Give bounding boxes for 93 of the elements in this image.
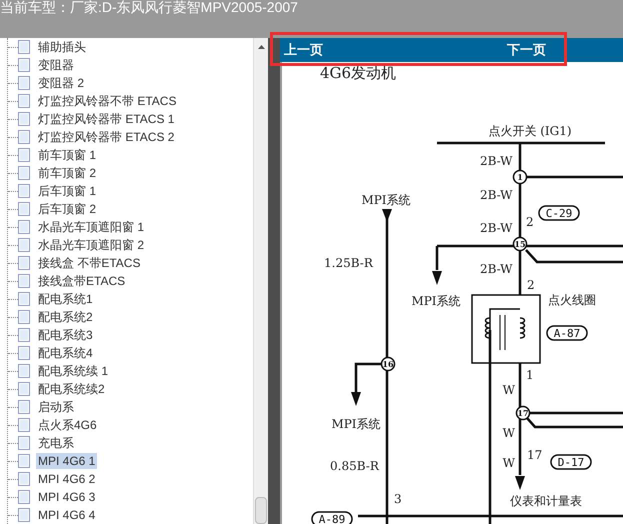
- arrow-icon: [382, 209, 392, 222]
- diagram-label: 2: [526, 215, 534, 229]
- diagram-label: W: [502, 456, 515, 470]
- junction-node: 16: [380, 356, 396, 372]
- tree-item[interactable]: 变阻器 2: [36, 75, 86, 91]
- tree-item[interactable]: 接线盒 不带ETACS: [36, 255, 142, 271]
- page-icon: [18, 166, 30, 180]
- diagram-label: 2B-W: [480, 262, 512, 276]
- next-page-link[interactable]: 下一页: [507, 41, 546, 59]
- page-icon: [18, 256, 30, 270]
- diagram-label: 2: [527, 278, 535, 292]
- diagram-label: 点火线圈: [548, 293, 596, 307]
- tree-item[interactable]: 辅助插头: [36, 39, 88, 55]
- diagram-label: 1.25B-R: [324, 256, 373, 270]
- tree-item[interactable]: 水晶光车顶遮阳窗 2: [36, 237, 146, 253]
- diagram-label: W: [502, 426, 515, 440]
- diagram-label: 仪表和计量表: [510, 494, 582, 508]
- page-icon: [18, 364, 30, 378]
- diagram-label: 0.85B-R: [330, 459, 379, 473]
- scroll-thumb[interactable]: [255, 497, 267, 524]
- page-icon: [18, 274, 30, 288]
- page-icon: [18, 292, 30, 306]
- tree-item[interactable]: 配电系统2: [36, 309, 95, 325]
- tree-item[interactable]: 配电系统续2: [36, 381, 107, 397]
- tree-item[interactable]: 灯监控风铃器带 ETACS 1: [36, 111, 176, 127]
- junction-node: 1: [512, 170, 528, 184]
- page-icon: [18, 472, 30, 486]
- page-icon: [18, 184, 30, 198]
- tree-item[interactable]: 接线盒带ETACS: [36, 273, 128, 289]
- diagram-label: MPI系统: [331, 417, 381, 431]
- window-title: 当前车型：厂家:D-东风风行菱智MPV2005-2007: [0, 0, 298, 16]
- page-icon: [18, 76, 30, 90]
- diagram-label: W: [502, 383, 515, 397]
- page-icon: [18, 418, 30, 432]
- junction-node: 15: [512, 236, 528, 252]
- scroll-up-icon[interactable]: [258, 45, 265, 49]
- diagram-label: 2B-W: [480, 188, 512, 202]
- connector-tag: A-89: [311, 511, 353, 524]
- page-icon: [18, 112, 30, 126]
- junction-node: 17: [516, 406, 530, 420]
- page-icon: [18, 220, 30, 234]
- tree-item[interactable]: 前车顶窗 2: [36, 165, 98, 181]
- tree-item[interactable]: 灯监控风铃器不带 ETACS: [36, 93, 178, 109]
- page-icon: [18, 454, 30, 468]
- tree-item[interactable]: 后车顶窗 1: [36, 183, 98, 199]
- tree-item[interactable]: MPI 4G6 2: [36, 471, 98, 487]
- page-icon: [18, 490, 30, 504]
- diagram-label: 1: [526, 368, 534, 382]
- page-icon: [18, 310, 30, 324]
- page-icon: [18, 238, 30, 252]
- arrow-icon: [515, 476, 525, 490]
- diagram-label: 3: [394, 492, 402, 506]
- diagram-title: 4G6发动机: [320, 64, 396, 82]
- diagram-label: 点火开关 (IG1): [488, 124, 572, 138]
- wire: [354, 362, 382, 392]
- tree-item[interactable]: 点火系4G6: [36, 417, 99, 433]
- connector-tag: C-29: [538, 205, 580, 221]
- page-icon: [18, 94, 30, 108]
- page-icon: [18, 130, 30, 144]
- arrow-icon: [432, 271, 442, 285]
- tree-item[interactable]: 后车顶窗 2: [36, 201, 98, 217]
- page-icon: [18, 346, 30, 360]
- page-icon: [18, 202, 30, 216]
- page-icon: [18, 382, 30, 396]
- tree-item[interactable]: 启动系: [36, 399, 76, 415]
- diagram-label: 2B-W: [480, 154, 512, 168]
- page-icon: [18, 328, 30, 342]
- connector-tag: A-87: [546, 325, 588, 341]
- arrow-icon: [351, 392, 361, 406]
- tree-item[interactable]: 配电系统4: [36, 345, 95, 361]
- tree-item[interactable]: 充电系: [36, 435, 76, 451]
- tree-item[interactable]: 前车顶窗 1: [36, 147, 98, 163]
- diagram-label: MPI系统: [411, 294, 461, 308]
- page-icon: [18, 148, 30, 162]
- previous-page-link[interactable]: 上一页: [284, 41, 323, 59]
- diagram-label: 17: [527, 448, 542, 462]
- tree-item[interactable]: 配电系统1: [36, 291, 95, 307]
- page-icon: [18, 58, 30, 72]
- diagram-label: MPI系统: [361, 193, 411, 207]
- tree-item[interactable]: 水晶光车顶遮阳窗 1: [36, 219, 146, 235]
- tree-item[interactable]: MPI 4G6 1: [36, 453, 98, 469]
- scrollbar[interactable]: [253, 38, 268, 524]
- page-icon: [18, 436, 30, 450]
- ignition-coil-drawing: [471, 294, 541, 364]
- tree-item[interactable]: 配电系统续 1: [36, 363, 110, 379]
- connector-tag: D-17: [550, 454, 592, 470]
- tree-item[interactable]: MPI 4G6 4: [36, 507, 98, 523]
- tree-item[interactable]: 配电系统3: [36, 327, 95, 343]
- page-icon: [18, 400, 30, 414]
- tree-item[interactable]: 灯监控风铃器带 ETACS 2: [36, 129, 176, 145]
- tree-item[interactable]: 变阻器: [36, 57, 76, 73]
- diagram-label: 2B-W: [480, 221, 512, 235]
- tree-item[interactable]: MPI 4G6 3: [36, 489, 98, 505]
